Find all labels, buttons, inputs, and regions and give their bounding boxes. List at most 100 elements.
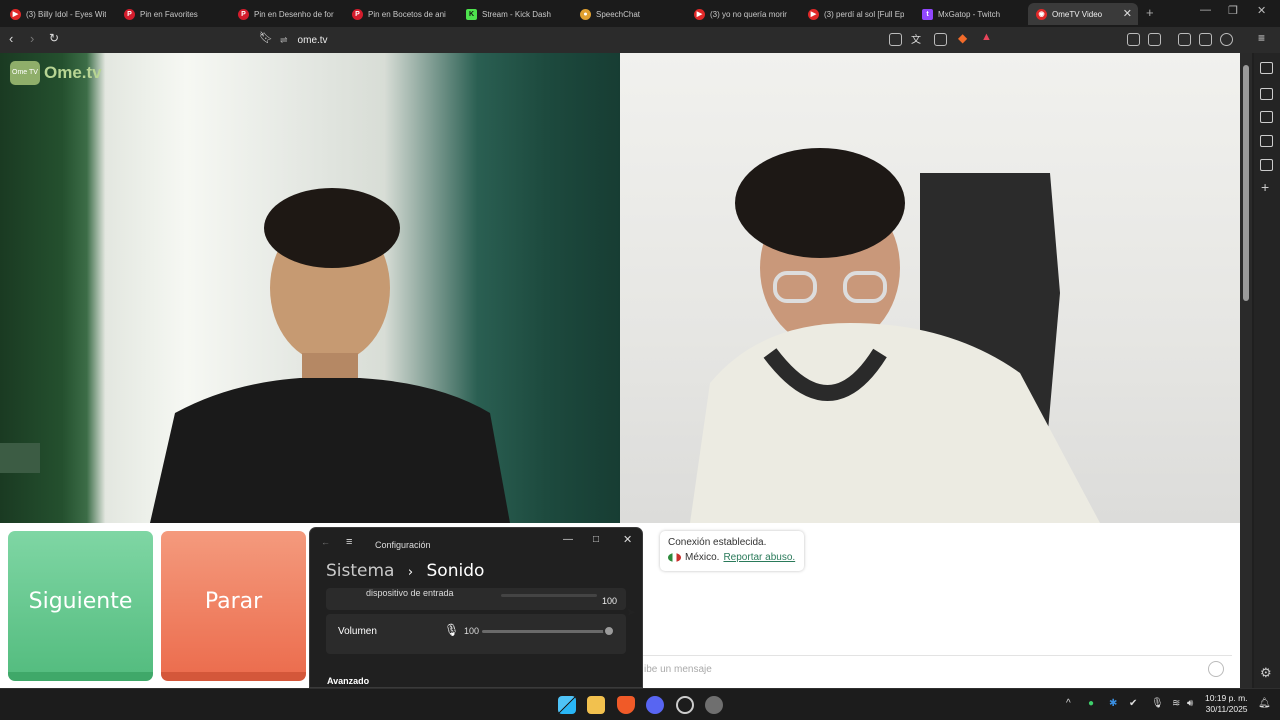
chat-message-input[interactable]: ibe un mensaje — [640, 655, 1232, 681]
bookmark-icon[interactable]: 🔖︎ — [259, 31, 273, 44]
tab-yo-no-queria[interactable]: ▶ (3) yo no quería morir — [686, 3, 796, 25]
speaker-icon[interactable]: 🔊︎ — [1187, 698, 1193, 709]
steam-tray-icon[interactable]: ✔ — [1129, 698, 1137, 709]
new-tab-icon[interactable]: + — [1146, 5, 1154, 20]
leo-ai-icon[interactable] — [1260, 62, 1273, 74]
tab-pin-desenho[interactable]: P Pin en Desenho de for — [230, 3, 340, 25]
settings-minimize-icon[interactable]: — — [563, 534, 573, 545]
extensions-icon[interactable] — [1127, 33, 1140, 46]
brave-browser-icon[interactable] — [617, 696, 635, 714]
tab-pin-favorites[interactable]: P Pin en Favorites — [116, 3, 226, 25]
browser-sidebar: + ⚙ — [1254, 53, 1280, 688]
system-clock[interactable]: 10:19 p. m. 30/11/2025 — [1205, 693, 1248, 715]
tab-pin-bocetos[interactable]: P Pin en Bocetos de ani — [344, 3, 454, 25]
close-tab-icon[interactable]: ✕ — [1123, 7, 1132, 20]
next-button[interactable]: Siguiente — [8, 531, 153, 681]
page-scrollbar[interactable] — [1240, 53, 1252, 688]
back-arrow-icon[interactable]: ← — [321, 537, 330, 547]
tab-speechchat[interactable]: ● SpeechChat — [572, 3, 682, 25]
start-icon[interactable] — [558, 696, 576, 714]
next-button-label: Siguiente — [28, 589, 133, 614]
tab-title: Pin en Bocetos de ani — [368, 9, 446, 19]
settings-maximize-icon[interactable]: □ — [593, 534, 599, 545]
wifi-icon[interactable]: ≋ — [1172, 698, 1180, 709]
volume-slider-thumb[interactable] — [603, 625, 615, 637]
bluetooth-icon[interactable]: ✱ — [1109, 698, 1117, 709]
tab-billy-idol[interactable]: ▶ (3) Billy Idol - Eyes Wit — [2, 3, 112, 25]
forward-icon[interactable]: › — [30, 31, 34, 46]
microphone-tray-icon[interactable]: 🎙︎ — [1151, 698, 1164, 709]
wallet-icon[interactable] — [1199, 33, 1212, 46]
share-icon[interactable] — [934, 33, 947, 46]
stop-button[interactable]: Parar — [161, 531, 306, 681]
reload-icon[interactable]: ↻ — [49, 31, 59, 45]
sidebar-toggle-icon[interactable] — [1178, 33, 1191, 46]
remote-video — [620, 53, 1240, 523]
sidebar-vpn-icon[interactable] — [1260, 111, 1273, 123]
restore-icon[interactable]: ❐ — [1228, 4, 1238, 17]
pinterest-icon: P — [124, 8, 135, 20]
back-icon[interactable]: ‹ — [9, 31, 13, 46]
nav-menu-icon[interactable]: ≡ — [346, 536, 352, 548]
youtube-icon: ▶ — [10, 8, 21, 20]
vpn-icon[interactable] — [1220, 33, 1233, 46]
scrollbar-thumb[interactable] — [1243, 65, 1249, 301]
tab-perdi-al-sol[interactable]: ▶ (3) perdí al sol [Full Ep — [800, 3, 910, 25]
discord-icon[interactable] — [646, 696, 664, 714]
twitch-icon: t — [922, 8, 933, 20]
settings-close-icon[interactable]: ✕ — [623, 533, 632, 546]
brave-rewards-icon[interactable]: ▲ — [981, 31, 992, 43]
mexico-flag-icon — [668, 553, 681, 562]
ometv-logo[interactable]: Ome TV Ome.tv — [10, 61, 102, 85]
ometv-icon: ◉ — [1036, 8, 1047, 20]
input-device-row: dispositivo de entrada 100 — [326, 588, 626, 610]
site-info-icon[interactable]: ⇌ — [280, 35, 288, 46]
kick-icon: K — [466, 8, 477, 20]
youtube-icon: ▶ — [694, 8, 705, 20]
brave-shields-icon[interactable]: ◆ — [958, 31, 967, 45]
sidebar-settings-icon[interactable]: ⚙ — [1260, 665, 1272, 681]
reader-icon[interactable] — [1148, 33, 1161, 46]
pinterest-icon: P — [238, 8, 249, 20]
emoji-icon[interactable] — [1208, 661, 1224, 677]
tab-title: (3) yo no quería morir — [710, 9, 787, 19]
logo-badge: Ome TV — [10, 61, 40, 85]
close-window-icon[interactable]: ✕ — [1257, 4, 1266, 17]
breadcrumb-system[interactable]: Sistema — [326, 561, 394, 581]
microphone-icon[interactable]: 🎙︎ — [444, 623, 459, 637]
tab-title: Pin en Favorites — [140, 9, 198, 19]
settings-titlebar: ← ≡ Configuración — □ ✕ — [310, 528, 642, 558]
speechchat-icon: ● — [580, 8, 591, 20]
windows-taskbar: ^ ● ✱ ✔ 🎙︎ ≋ 🔊︎ 10:19 p. m. 30/11/2025 🔔… — [0, 688, 1280, 720]
clock-time: 10:19 p. m. — [1205, 693, 1248, 703]
local-person-image — [0, 188, 510, 523]
translate-icon[interactable]: 文 — [911, 31, 921, 46]
add-sidebar-item-icon[interactable]: + — [1261, 179, 1269, 195]
minimize-icon[interactable]: — — [1200, 4, 1211, 16]
breadcrumb-sound: Sonido — [426, 561, 485, 581]
tab-title: OmeTV Video — [1052, 9, 1103, 19]
volume-row: Volumen 🎙︎ 100 — [326, 614, 626, 654]
chat-placeholder: ibe un mensaje — [644, 664, 712, 675]
status-text: Conexión establecida. — [668, 537, 767, 548]
tab-kick-dash[interactable]: K Stream - Kick Dash — [458, 3, 568, 25]
clock-date: 30/11/2025 — [1205, 704, 1248, 714]
show-hidden-icons-icon[interactable]: ^ — [1066, 698, 1071, 709]
browser-tab-strip: ▶ (3) Billy Idol - Eyes Wit P Pin en Fav… — [0, 0, 1280, 27]
tray-app-icon[interactable]: ● — [1088, 698, 1094, 709]
advanced-section-heading: Avanzado — [327, 676, 370, 686]
tab-title: Stream - Kick Dash — [482, 9, 551, 19]
report-abuse-link[interactable]: Reportar abuso. — [723, 552, 795, 563]
volume-slider[interactable] — [482, 630, 610, 633]
reading-list-icon[interactable] — [1260, 159, 1273, 171]
notification-bell-icon[interactable]: 🔔︎ — [1258, 698, 1271, 709]
steam-icon[interactable] — [676, 696, 694, 714]
file-explorer-icon[interactable] — [587, 696, 605, 714]
settings-app-icon[interactable] — [705, 696, 723, 714]
tab-twitch[interactable]: t MxGatop - Twitch — [914, 3, 1024, 25]
tab-ometv[interactable]: ◉ OmeTV Video ✕ — [1028, 3, 1138, 25]
sidebar-wallet-icon[interactable] — [1260, 88, 1273, 100]
menu-icon[interactable]: ≡ — [1258, 31, 1265, 45]
sidebar-bookmarks-icon[interactable] — [1260, 135, 1273, 147]
screen-icon[interactable] — [889, 33, 902, 46]
